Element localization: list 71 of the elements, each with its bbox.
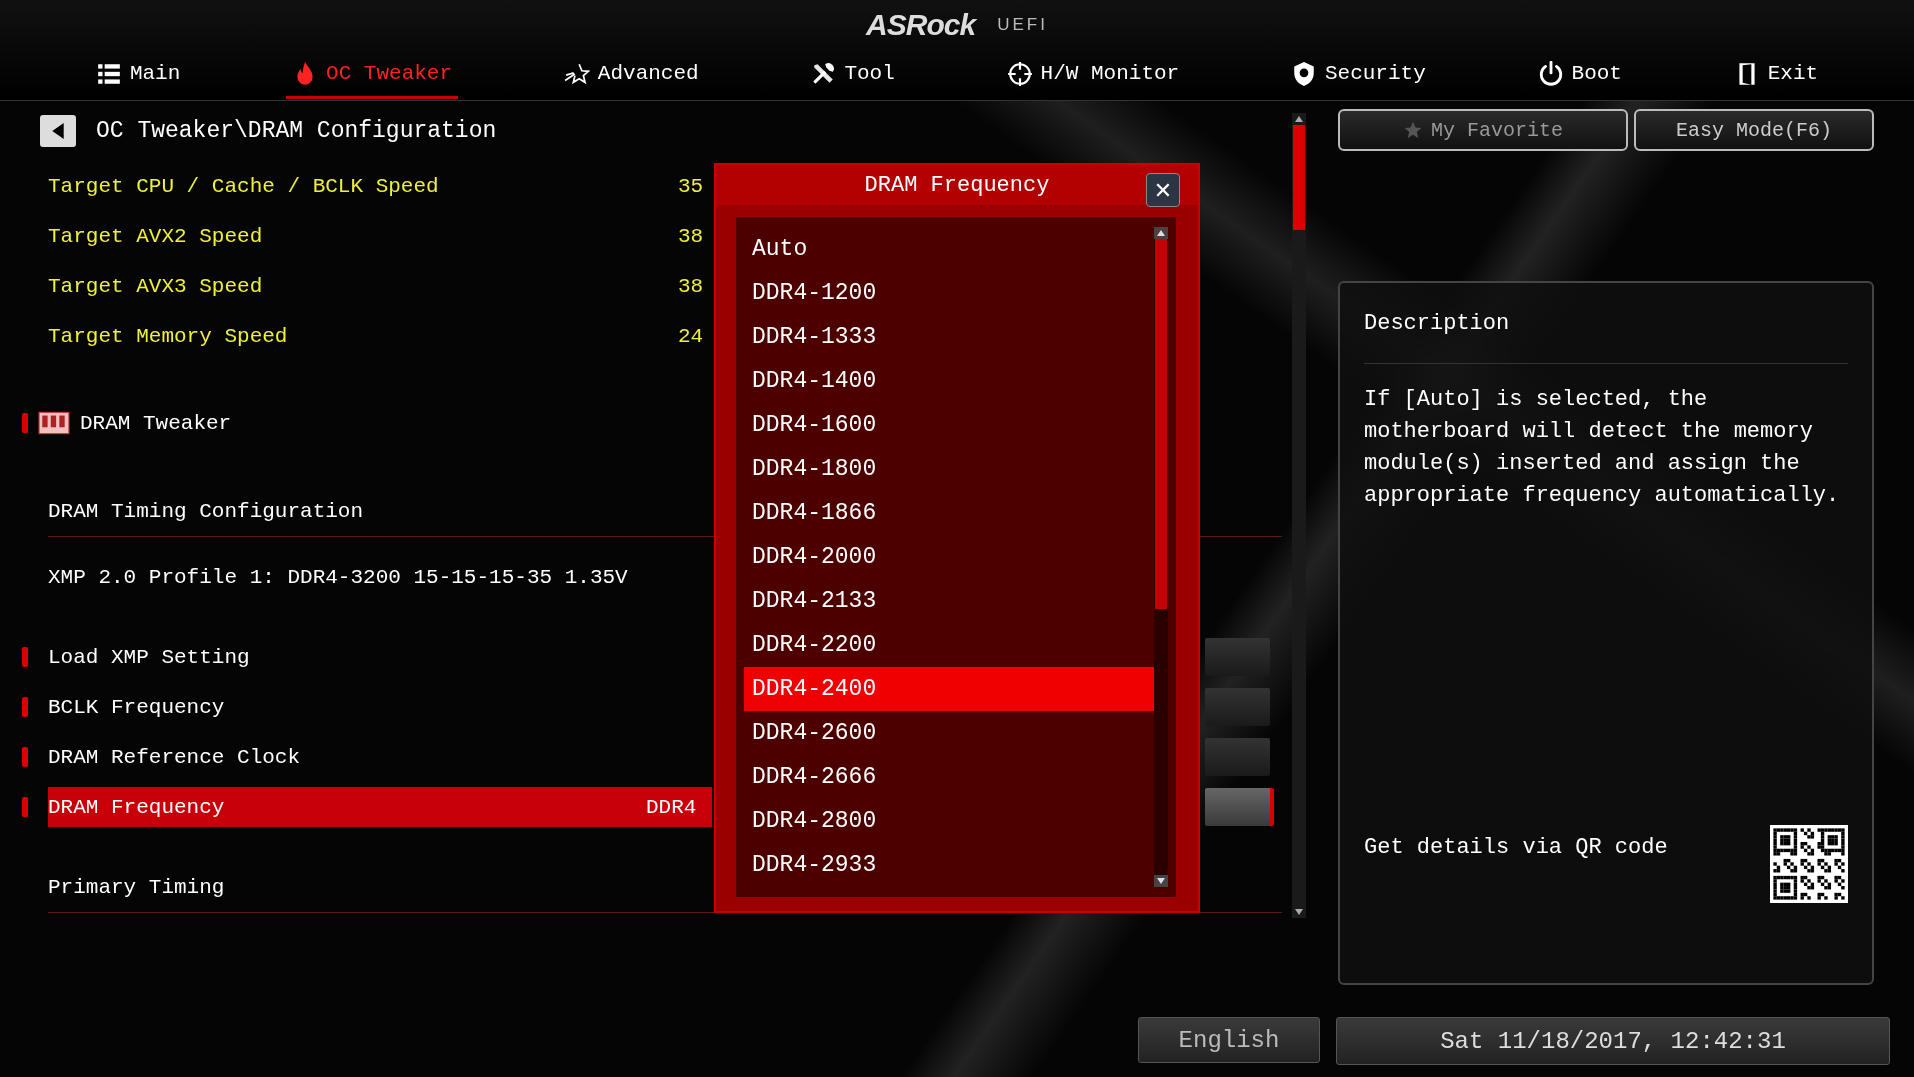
info-label: Target AVX2 Speed xyxy=(48,224,263,248)
close-button[interactable]: ✕ xyxy=(1146,173,1180,207)
menu-tab[interactable]: Exit xyxy=(1727,51,1825,99)
info-value: 38 xyxy=(678,224,704,248)
frequency-option[interactable]: DDR4-1200 xyxy=(744,271,1154,315)
row-marker xyxy=(22,797,28,817)
easy-mode-button[interactable]: Easy Mode(F6) xyxy=(1634,109,1874,151)
menu-tab[interactable]: Advanced xyxy=(557,51,705,99)
frequency-option[interactable]: Auto xyxy=(744,227,1154,271)
info-label: Target CPU / Cache / BCLK Speed xyxy=(48,174,439,198)
option-slot[interactable] xyxy=(1205,788,1274,826)
info-label: Target AVX3 Speed xyxy=(48,274,263,298)
date-time-display: Sat 11/18/2017, 12:42:31 xyxy=(1336,1017,1890,1065)
frequency-option[interactable]: DDR4-2666 xyxy=(744,755,1154,799)
frequency-option[interactable]: DDR4-2600 xyxy=(744,711,1154,755)
scroll-thumb[interactable] xyxy=(1155,239,1167,609)
frequency-option[interactable]: DDR4-2400 xyxy=(744,667,1154,711)
info-value: 38 xyxy=(678,274,704,298)
scroll-thumb[interactable] xyxy=(1293,125,1305,230)
menu-tab[interactable]: Main xyxy=(89,51,187,99)
section-heading: Primary Timing xyxy=(48,875,225,899)
list-scrollbar[interactable] xyxy=(1154,227,1168,887)
setting-row[interactable]: BCLK Frequency xyxy=(48,687,712,727)
description-text: If [Auto] is selected, the motherboard will detect the memory module(s) inserted and assign the appropriate frequency automatically. xyxy=(1364,386,1841,510)
gauge-icon xyxy=(1006,60,1033,87)
frequency-option[interactable]: DDR4-1800 xyxy=(744,447,1154,491)
row-marker xyxy=(22,413,28,433)
info-label: Target Memory Speed xyxy=(48,324,288,348)
scroll-down-icon[interactable] xyxy=(1154,875,1168,887)
row-marker xyxy=(22,697,28,717)
submenu-link[interactable]: DRAM Tweaker xyxy=(80,411,232,435)
frequency-option[interactable]: DDR4-2800 xyxy=(744,799,1154,843)
setting-row[interactable]: DRAM Frequency DDR4 xyxy=(48,787,712,827)
menu-tab[interactable]: Boot xyxy=(1531,51,1628,99)
qr-caption: Get details via QR code xyxy=(1364,835,1668,860)
setting-row[interactable]: DRAM Reference Clock xyxy=(48,737,712,777)
language-button[interactable]: English xyxy=(1138,1017,1320,1063)
star-icon xyxy=(1403,120,1423,140)
brand-logo: ASRock xyxy=(866,8,976,42)
scroll-up-icon[interactable] xyxy=(1154,227,1168,239)
frequency-option[interactable]: DDR4-2133 xyxy=(744,579,1154,623)
frequency-option[interactable]: DDR4-2000 xyxy=(744,535,1154,579)
qr-code-icon xyxy=(1770,825,1848,903)
frequency-option[interactable]: DDR4-1400 xyxy=(744,359,1154,403)
back-arrow-icon xyxy=(52,123,64,139)
profile-info: XMP 2.0 Profile 1: DDR4-3200 15-15-15-35 1.35V xyxy=(48,565,628,589)
section-heading: DRAM Timing Configuration xyxy=(48,499,364,523)
frequency-option[interactable]: DDR4-2200 xyxy=(744,623,1154,667)
back-button[interactable] xyxy=(40,115,76,147)
frequency-option[interactable]: DDR4-1600 xyxy=(744,403,1154,447)
row-marker xyxy=(22,747,28,767)
scrollbar[interactable] xyxy=(1292,113,1306,918)
breadcrumb-path: OC Tweaker\DRAM Configuration xyxy=(96,118,497,144)
info-value: 24 xyxy=(678,324,704,348)
menu-tab[interactable]: OC Tweaker xyxy=(286,51,459,99)
row-marker xyxy=(22,647,28,667)
menu-tab[interactable]: Security xyxy=(1284,51,1432,99)
uefi-label: UEFI xyxy=(997,15,1048,35)
info-value: 35 xyxy=(678,174,704,198)
wrench-icon xyxy=(810,60,837,87)
frequency-option[interactable]: DDR4-1866 xyxy=(744,491,1154,535)
menu-tab[interactable]: H/W Monitor xyxy=(1000,51,1186,99)
panel-title: Description xyxy=(1364,283,1848,364)
memory-module-icon xyxy=(38,411,70,435)
favorite-button[interactable]: My Favorite xyxy=(1338,109,1628,151)
frequency-option[interactable]: DDR4-2933 xyxy=(744,843,1154,887)
setting-row[interactable]: Load XMP Setting xyxy=(48,637,712,677)
dialog-title: DRAM Frequency xyxy=(864,172,1050,198)
frequency-option[interactable]: DDR4-1333 xyxy=(744,315,1154,359)
power-icon xyxy=(1537,60,1564,87)
menu-tab[interactable]: Tool xyxy=(804,51,901,99)
